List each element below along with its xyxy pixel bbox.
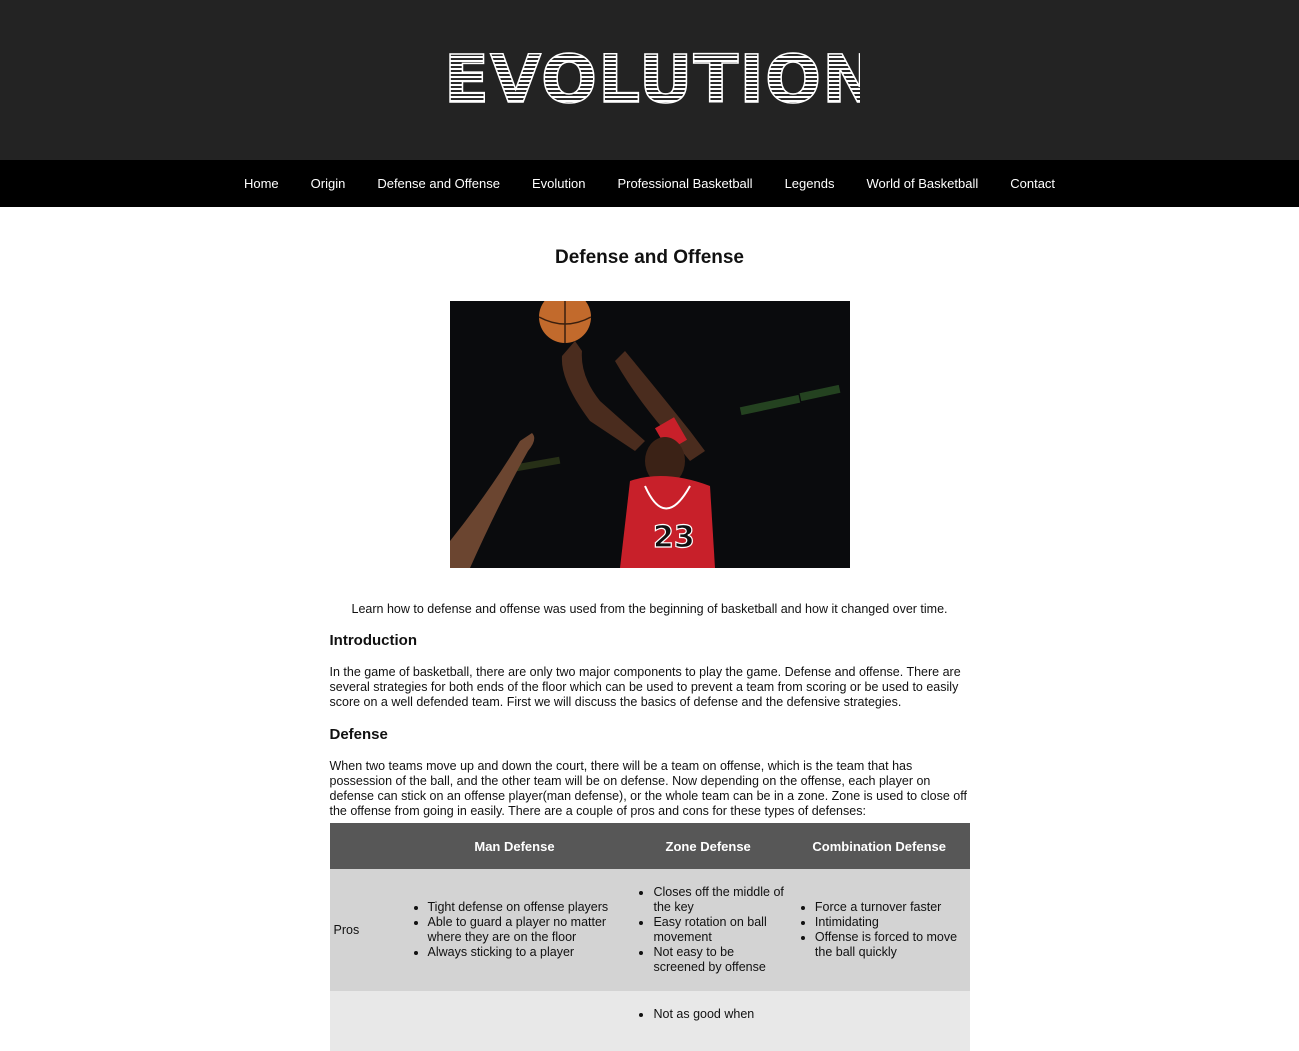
table-row-pros: Pros Tight defense on offense players Ab…: [329, 869, 970, 991]
list-item: Offense is forced to move the ball quick…: [815, 930, 966, 960]
table-header-combination-defense: Combination Defense: [788, 823, 970, 869]
list-item: Able to guard a player no matter where t…: [428, 915, 624, 945]
defense-text: When two teams move up and down the cour…: [329, 759, 967, 818]
basketball-player-illustration: 23: [449, 301, 850, 568]
list-item: Always sticking to a player: [428, 945, 624, 960]
table-row-cons: Not as good when: [329, 991, 970, 1051]
man-defense-cons: [401, 991, 628, 1051]
defense-heading: Defense: [329, 726, 388, 743]
list-item: Closes off the middle of the key: [653, 885, 784, 915]
table-header-empty: [329, 823, 402, 869]
table-header-zone-defense: Zone Defense: [627, 823, 789, 869]
list-item: Easy rotation on ball movement: [653, 915, 784, 945]
site-header: EVOLUTION: [0, 0, 1299, 160]
logo-text: EVOLUTION: [444, 41, 860, 118]
pros-label: Pros: [329, 869, 402, 991]
intro-text: In the game of basketball, there are onl…: [329, 665, 961, 709]
nav-item-defense-offense[interactable]: Defense and Offense: [361, 176, 516, 191]
lead-text: Learn how to defense and offense was use…: [351, 602, 948, 616]
site-logo[interactable]: EVOLUTION: [440, 40, 860, 120]
list-item: Force a turnover faster: [815, 900, 966, 915]
nav-item-professional-basketball[interactable]: Professional Basketball: [601, 176, 768, 191]
page-title: Defense and Offense: [555, 247, 744, 268]
table-header-man-defense: Man Defense: [401, 823, 628, 869]
nav-item-world-of-basketball[interactable]: World of Basketball: [850, 176, 994, 191]
nav-item-evolution[interactable]: Evolution: [516, 176, 601, 191]
defense-comparison-table: Man Defense Zone Defense Combination Def…: [329, 823, 970, 1051]
nav-item-origin[interactable]: Origin: [295, 176, 362, 191]
jersey-number: 23: [653, 520, 695, 555]
zone-defense-cons: Not as good when: [627, 991, 789, 1051]
cons-label: [329, 991, 402, 1051]
nav-item-contact[interactable]: Contact: [994, 176, 1071, 191]
list-item: Not easy to be screened by offense: [653, 945, 784, 975]
list-item: Intimidating: [815, 915, 966, 930]
main-content: Defense and Offense 23 Learn how to defe…: [329, 207, 970, 1051]
intro-heading: Introduction: [329, 632, 417, 649]
hero-image: 23: [449, 301, 850, 568]
nav-item-legends[interactable]: Legends: [769, 176, 851, 191]
main-nav: Home Origin Defense and Offense Evolutio…: [0, 160, 1299, 207]
nav-item-home[interactable]: Home: [228, 176, 295, 191]
list-item: Not as good when: [653, 1007, 784, 1022]
man-defense-pros: Tight defense on offense players Able to…: [401, 869, 628, 991]
combination-defense-pros: Force a turnover faster Intimidating Off…: [788, 869, 970, 991]
zone-defense-pros: Closes off the middle of the key Easy ro…: [627, 869, 789, 991]
combination-defense-cons: [788, 991, 970, 1051]
list-item: Tight defense on offense players: [428, 900, 624, 915]
